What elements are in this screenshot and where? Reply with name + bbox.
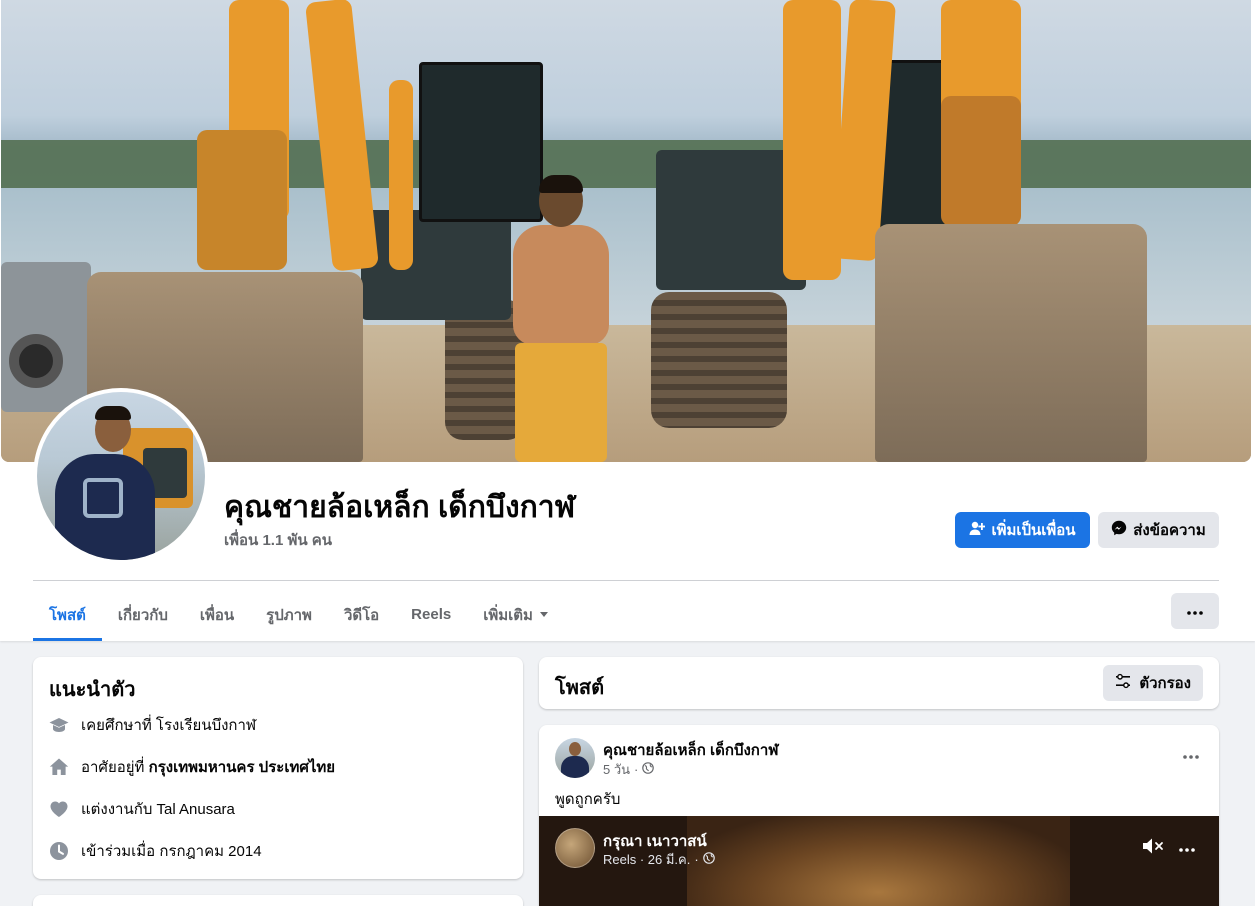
post-time[interactable]: 5 วัน — [603, 759, 630, 780]
tab-posts[interactable]: โพสต์ — [33, 588, 102, 641]
next-card — [33, 895, 523, 906]
spouse-link[interactable]: Tal Anusara — [157, 801, 235, 818]
filter-button[interactable]: ตัวกรอง — [1103, 665, 1203, 701]
messenger-icon — [1111, 520, 1127, 540]
friends-count[interactable]: เพื่อน 1.1 พัน คน — [224, 528, 332, 552]
reel-author-avatar[interactable] — [555, 828, 595, 868]
profile-name: คุณชายล้อเหล็ก เด็กบึงกาฬ — [224, 491, 576, 524]
intro-item-residence: อาศัยอยู่ที่ กรุงเทพมหานคร ประเทศไทย — [49, 755, 335, 779]
message-button[interactable]: ส่งข้อความ — [1098, 512, 1219, 548]
reel-options-button[interactable] — [1175, 836, 1199, 860]
caret-down-icon — [539, 606, 549, 623]
home-icon — [49, 757, 69, 777]
message-label: ส่งข้อความ — [1133, 522, 1206, 539]
post-meta: 5 วัน · — [603, 759, 655, 780]
add-friend-label: เพิ่มเป็นเพื่อน — [991, 522, 1076, 539]
globe-icon — [642, 762, 655, 777]
posts-title: โพสต์ — [555, 677, 605, 699]
ellipsis-icon — [1183, 746, 1199, 764]
tab-more[interactable]: เพิ่มเติม — [467, 588, 565, 641]
intro-card: แนะนำตัว เคยศึกษาที่ โรงเรียนบึงกาฬ อาศั… — [33, 657, 523, 879]
add-friend-button[interactable]: เพิ่มเป็นเพื่อน — [955, 512, 1090, 548]
mute-button[interactable] — [1141, 836, 1165, 860]
ellipsis-icon — [1179, 839, 1195, 857]
tab-friends[interactable]: เพื่อน — [184, 588, 250, 641]
reel-video[interactable] — [687, 816, 1070, 906]
post-author-avatar[interactable] — [555, 738, 595, 778]
school-link[interactable]: โรงเรียนบึงกาฬ — [156, 717, 256, 734]
filter-icon — [1115, 673, 1131, 693]
tab-reels[interactable]: Reels — [395, 588, 467, 641]
filter-label: ตัวกรอง — [1139, 675, 1191, 692]
post-options-button[interactable] — [1179, 743, 1203, 767]
heart-icon — [49, 799, 69, 819]
add-friend-icon — [969, 520, 986, 540]
intro-item-relationship: แต่งงานกับ Tal Anusara — [49, 797, 235, 821]
city-link[interactable]: กรุงเทพมหานคร ประเทศไทย — [149, 759, 335, 776]
intro-item-education: เคยศึกษาที่ โรงเรียนบึงกาฬ — [49, 713, 256, 737]
profile-tabs: โพสต์ เกี่ยวกับ เพื่อน รูปภาพ วิดีโอ Ree… — [33, 588, 565, 641]
header-divider — [33, 580, 1219, 581]
post-text: พูดถูกครับ — [555, 791, 621, 808]
posts-header-card: โพสต์ ตัวกรอง — [539, 657, 1219, 709]
post-card: คุณชายล้อเหล็ก เด็กบึงกาฬ 5 วัน · พูดถูก… — [539, 725, 1219, 906]
reel-meta: Reels · 26 มี.ค. · — [603, 849, 715, 870]
ellipsis-icon — [1187, 602, 1203, 620]
intro-title: แนะนำตัว — [49, 679, 136, 701]
graduation-cap-icon — [49, 715, 69, 735]
speaker-muted-icon — [1142, 837, 1164, 860]
tab-videos[interactable]: วิดีโอ — [328, 588, 395, 641]
profile-avatar[interactable] — [37, 392, 205, 560]
tab-photos[interactable]: รูปภาพ — [250, 588, 328, 641]
more-options-button[interactable] — [1171, 593, 1219, 629]
globe-icon — [702, 852, 715, 867]
intro-item-joined: เข้าร่วมเมื่อ กรกฎาคม 2014 — [49, 839, 262, 863]
cover-photo[interactable] — [1, 0, 1251, 462]
tab-about[interactable]: เกี่ยวกับ — [102, 588, 184, 641]
shared-reel[interactable]: กรุณา เนาวาสน์ Reels · 26 มี.ค. · — [539, 816, 1219, 906]
clock-icon — [49, 841, 69, 861]
